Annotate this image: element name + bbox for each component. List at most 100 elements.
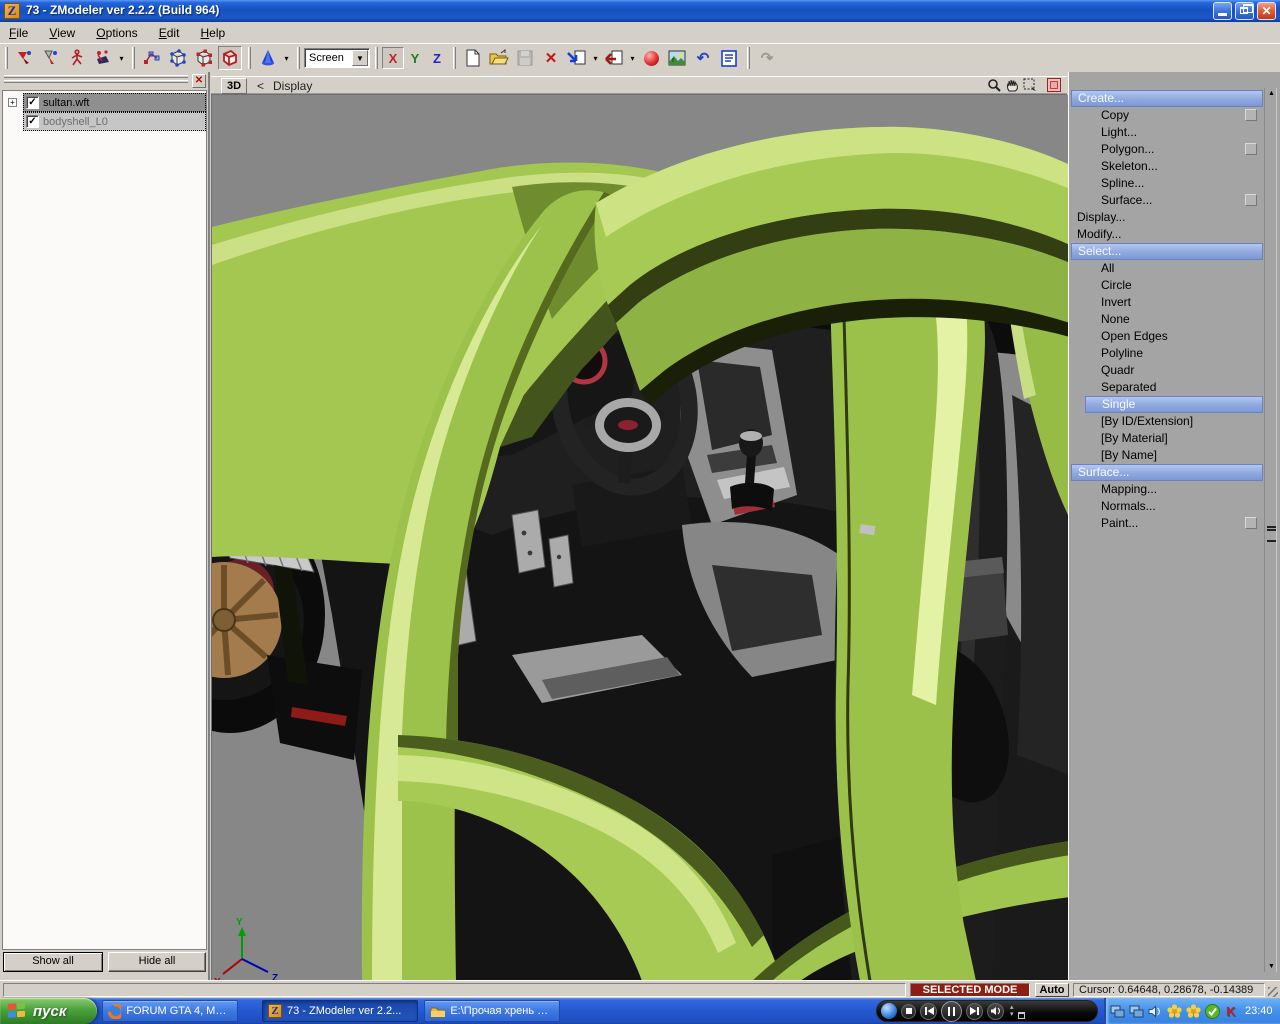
command-item-paint[interactable]: Paint... <box>1071 515 1263 532</box>
command-item-polygon[interactable]: Polygon... <box>1071 141 1263 158</box>
menu-edit[interactable]: Edit <box>150 22 189 43</box>
faces-level-icon[interactable] <box>192 46 216 70</box>
visibility-checkbox[interactable]: ✓ <box>26 115 39 128</box>
pause-button[interactable] <box>941 1001 962 1022</box>
object-level-icon[interactable] <box>218 46 242 70</box>
command-item-display[interactable]: Display... <box>1071 209 1263 226</box>
viewport-view-label[interactable]: Display <box>273 79 312 93</box>
scroll-up-icon[interactable]: ▲ <box>1266 88 1277 99</box>
command-panel-scrollbar[interactable]: ▲ ▼ <box>1264 88 1277 972</box>
command-item-none[interactable]: None <box>1071 311 1263 328</box>
command-item-invert[interactable]: Invert <box>1071 294 1263 311</box>
title-bar[interactable]: Z 73 - ZModeler ver 2.2.2 (Build 964) ✕ <box>0 0 1280 22</box>
pan-tool-icon[interactable] <box>1003 77 1021 93</box>
viewport-canvas[interactable]: Y X Z <box>211 94 1067 980</box>
open-file-icon[interactable] <box>487 46 511 70</box>
command-item-by-name[interactable]: [By Name] <box>1071 447 1263 464</box>
command-item-open-edges[interactable]: Open Edges <box>1071 328 1263 345</box>
command-item-surface[interactable]: Surface... <box>1071 464 1263 481</box>
back-icon[interactable]: < <box>257 79 264 93</box>
viewport-active-indicator[interactable] <box>1047 78 1061 92</box>
command-item-light[interactable]: Light... <box>1071 124 1263 141</box>
save-file-icon[interactable] <box>513 46 537 70</box>
command-option-box[interactable] <box>1245 143 1257 155</box>
view-mode-combobox[interactable]: Screen ▼ <box>304 48 370 68</box>
command-item-create[interactable]: Create... <box>1071 90 1263 107</box>
task-explorer[interactable]: E:\Прочая хрень му... <box>424 1000 560 1022</box>
toolbar-grip[interactable] <box>297 47 300 69</box>
online-status-icon[interactable] <box>1204 1003 1220 1019</box>
import-dropdown-icon[interactable]: ▾ <box>590 46 601 70</box>
command-item-spline[interactable]: Spline... <box>1071 175 1263 192</box>
tree-item-bodyshell[interactable]: ✓ bodyshell_L0 <box>23 112 206 131</box>
material-editor-icon[interactable] <box>639 46 663 70</box>
command-item-single[interactable]: Single <box>1085 396 1263 413</box>
toolbar-grip[interactable] <box>132 47 135 69</box>
command-item-polyline[interactable]: Polyline <box>1071 345 1263 362</box>
command-item-all[interactable]: All <box>1071 260 1263 277</box>
clock[interactable]: 23:40 <box>1245 1005 1273 1017</box>
menu-file[interactable]: File <box>0 22 37 43</box>
primitive-dropdown-icon[interactable]: ▾ <box>281 46 292 70</box>
stop-button[interactable] <box>901 1004 916 1019</box>
panel-close-icon[interactable]: ✕ <box>192 74 206 88</box>
network-icon[interactable] <box>1109 1003 1125 1019</box>
new-file-icon[interactable] <box>461 46 485 70</box>
toolbar-grip[interactable] <box>747 47 750 69</box>
edges-level-icon[interactable] <box>166 46 190 70</box>
task-firefox[interactable]: FORUM GTA 4, Mafia ... <box>102 1000 238 1022</box>
auto-button[interactable]: Auto <box>1035 983 1069 997</box>
select-mode-icon[interactable] <box>13 46 37 70</box>
scroll-down-icon[interactable]: ▼ <box>1266 961 1277 972</box>
toolbar-grip[interactable] <box>453 47 456 69</box>
command-item-mapping[interactable]: Mapping... <box>1071 481 1263 498</box>
bones-group-icon[interactable] <box>91 46 115 70</box>
menu-options[interactable]: Options <box>87 22 146 43</box>
media-player-toolbar[interactable]: ▴▾ <box>876 1000 1098 1022</box>
command-item-quadr[interactable]: Quadr <box>1071 362 1263 379</box>
visibility-checkbox[interactable]: ✓ <box>26 96 39 109</box>
log-window-icon[interactable] <box>717 46 741 70</box>
mode-dropdown-icon[interactable]: ▾ <box>116 46 127 70</box>
restore-button[interactable] <box>1235 2 1254 20</box>
task-zmodeler[interactable]: Z 73 - ZModeler ver 2.2... <box>262 1000 418 1022</box>
delete-icon[interactable]: ✕ <box>539 46 563 70</box>
axis-z-button[interactable]: Z <box>426 47 448 69</box>
command-item-select[interactable]: Select... <box>1071 243 1263 260</box>
skeleton-mode-icon[interactable] <box>65 46 89 70</box>
command-item-separated[interactable]: Separated <box>1071 379 1263 396</box>
command-option-box[interactable] <box>1245 194 1257 206</box>
tree-item-sultan[interactable]: ✓ sultan.wft <box>23 93 206 112</box>
show-all-button[interactable]: Show all <box>3 952 103 972</box>
toolbar-grip[interactable] <box>375 47 378 69</box>
command-item-surface-create[interactable]: Surface... <box>1071 192 1263 209</box>
command-item-by-material[interactable]: [By Material] <box>1071 430 1263 447</box>
next-button[interactable] <box>966 1003 983 1020</box>
zoom-tool-icon[interactable] <box>985 77 1003 93</box>
command-option-box[interactable] <box>1245 517 1257 529</box>
command-item-normals[interactable]: Normals... <box>1071 498 1263 515</box>
redo-icon[interactable]: ↷ <box>755 46 779 70</box>
network-icon[interactable] <box>1128 1003 1144 1019</box>
kaspersky-icon[interactable]: K <box>1223 1003 1239 1019</box>
command-item-modify[interactable]: Modify... <box>1071 226 1263 243</box>
start-button[interactable]: пуск <box>0 998 97 1024</box>
command-item-copy[interactable]: Copy <box>1071 107 1263 124</box>
command-item-by-id[interactable]: [By ID/Extension] <box>1071 413 1263 430</box>
export-icon[interactable] <box>602 46 626 70</box>
volume-button[interactable] <box>987 1003 1004 1020</box>
close-button[interactable]: ✕ <box>1257 2 1276 20</box>
export-dropdown-icon[interactable]: ▾ <box>627 46 638 70</box>
volume-tray-icon[interactable] <box>1147 1003 1163 1019</box>
panel-drag-handle[interactable] <box>4 75 188 78</box>
icq-flower-icon[interactable] <box>1185 1003 1201 1019</box>
combobox-dropdown-icon[interactable]: ▼ <box>352 50 368 66</box>
panel-drag-handle[interactable] <box>4 80 188 83</box>
viewport-mode-button[interactable]: 3D <box>221 78 247 94</box>
previous-button[interactable] <box>920 1003 937 1020</box>
primitive-cone-icon[interactable] <box>256 46 280 70</box>
band-expand-icons[interactable]: ▴▾ <box>1010 1004 1014 1018</box>
restore-player-icon[interactable] <box>1018 1012 1025 1019</box>
minimize-button[interactable] <box>1213 2 1232 20</box>
command-option-box[interactable] <box>1245 109 1257 121</box>
